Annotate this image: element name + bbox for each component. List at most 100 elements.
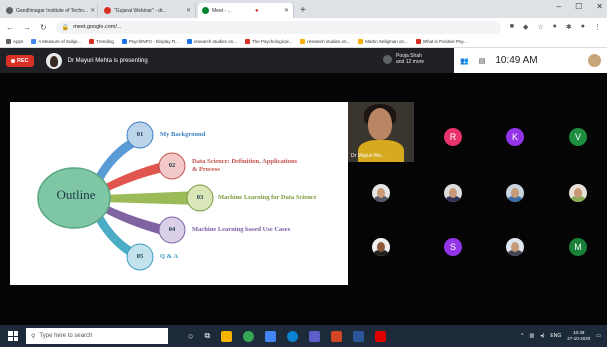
item-number: 01 [136,131,144,138]
meet-icon [202,7,209,14]
bookmark-item[interactable]: A Measure of Subje... [31,39,81,44]
language-indicator[interactable]: ENG [550,333,561,339]
tray-clock[interactable]: 10:49 27-10-2020 [567,330,590,342]
participant-avatar-v[interactable]: V [569,128,587,146]
tab-close-icon[interactable]: ✕ [88,7,95,14]
item-label: Data Science: Definition, Applications &… [192,158,297,174]
slide-title: Outline [56,187,96,202]
browser-tab-2[interactable]: "Gujarat Webinar" - dr... ✕ [100,3,196,18]
chat-icon[interactable]: ▤ [479,57,486,65]
windows-start-icon[interactable] [8,331,18,341]
participant-grid: Dr Mayuri Me... R K V S M [348,102,606,274]
screen: Gandhinagar Institute of Techn... ✕ "Guj… [0,0,607,347]
acrobat-icon[interactable] [375,330,387,342]
profile-icon[interactable]: ● [581,23,585,31]
browser-tab-meet[interactable]: Meet - ... ● ✕ [198,3,294,18]
bookmark-icon [121,39,127,44]
participant-avatar-r[interactable]: R [444,128,462,146]
participant-avatar-k[interactable]: K [506,128,524,146]
bookmark-label: The Psychological... [251,39,293,44]
star-icon[interactable]: ☆ [537,23,543,31]
item-number: 05 [136,253,144,260]
tab-close-icon[interactable]: ✕ [184,7,191,14]
rec-dot-icon [11,58,15,63]
puzzle-icon[interactable]: ✱ [566,23,572,31]
meeting-clock: 10:49 AM [495,55,538,66]
chrome-icon[interactable] [243,330,255,342]
item-label-line2: & Process [192,166,220,173]
participant-avatar-icon [383,54,392,64]
task-view-icon[interactable]: ⧉ [204,331,210,341]
file-explorer-icon[interactable] [221,330,233,342]
bookmark-icon [6,39,11,44]
participant-avatar-s[interactable]: S [444,238,462,256]
item-number: 04 [168,226,176,233]
tab-label: Meet - ... [212,7,232,14]
gmail-icon [104,7,111,14]
bookmark-label: Martin Seligman on... [365,39,408,44]
item-label: Machine Learning for Data Science [218,194,317,201]
item-label: Machine Learning based Use Cases [192,226,291,233]
presenter-avatar [45,52,62,69]
tray-chevron-icon[interactable]: ^ [521,333,523,339]
extension-icon[interactable]: ◆ [523,23,528,31]
new-tab-button[interactable]: + [300,5,306,16]
participant-photo[interactable] [372,238,390,256]
windows-taskbar: ⚲ Type here to search ○ ⧉ ^ ▥ ◂) ENG 10:… [0,325,607,347]
notifications-icon[interactable]: ▭ [596,333,601,339]
bookmark-label: PsychINFO - Display R... [128,39,179,44]
participant-photo[interactable] [506,238,524,256]
participant-photo[interactable] [569,184,587,202]
menu-icon[interactable]: ⋮ [594,23,601,31]
participant-avatar-m[interactable]: M [569,238,587,256]
bookmark-label: What is Positive Psy... [422,39,467,44]
people-icon[interactable]: 👥 [460,57,469,65]
user-avatar[interactable] [588,54,601,67]
search-icon: ⚲ [31,333,36,340]
participant-photo[interactable] [444,184,462,202]
volume-icon[interactable]: ◂) [540,333,544,339]
participants-summary[interactable]: Pooja Shah and 12 more [383,53,424,65]
bookmark-icon [415,39,421,44]
back-icon[interactable]: ← [6,23,14,32]
camera-icon[interactable]: ■ [510,23,514,31]
bookmark-item[interactable]: The Psychological... [244,39,293,44]
network-icon[interactable]: ▥ [529,333,534,339]
recording-badge: REC [6,54,34,67]
reload-icon[interactable]: ↻ [40,23,47,32]
window-controls: – ☐ ✕ [557,2,603,11]
meet-top-bar: REC Dr Mayuri Mehta is presenting Pooja … [0,48,607,73]
powerpoint-icon[interactable] [331,330,343,342]
address-bar[interactable]: 🔒 meet.google.com/... [55,20,501,34]
bookmark-label: Apps [13,39,24,44]
recording-dot-icon: ● [255,7,259,14]
url-text: meet.google.com/... [73,24,122,30]
edge-icon[interactable] [287,330,299,342]
bookmark-item[interactable]: Apps [6,39,23,44]
bookmark-item[interactable]: research studies on... [300,39,350,44]
cortana-icon[interactable]: ○ [188,331,193,341]
rec-label: REC [17,57,29,64]
forward-icon[interactable]: → [23,23,31,32]
teams-icon[interactable] [309,330,321,342]
minimize-icon[interactable]: – [557,2,561,11]
presenter-video-tile[interactable]: Dr Mayuri Me... [348,102,414,162]
bookmark-label: A Measure of Subje... [38,39,82,44]
taskbar-search[interactable]: ⚲ Type here to search [26,328,168,344]
word-icon[interactable] [353,330,365,342]
participant-photo[interactable] [506,184,524,202]
bookmark-item[interactable]: Martin Seligman on... [358,39,408,44]
close-window-icon[interactable]: ✕ [596,2,603,11]
extension-icon-2[interactable]: ● [553,23,557,31]
maximize-icon[interactable]: ☐ [575,2,582,11]
store-icon[interactable] [265,330,277,342]
bookmark-item[interactable]: PsychINFO - Display R... [121,39,179,44]
bookmark-item[interactable]: What is Positive Psy... [415,39,467,44]
bookmark-item[interactable]: research studies on... [186,39,237,44]
system-tray: ^ ▥ ◂) ENG 10:49 27-10-2020 ▭ [521,330,607,342]
tab-close-icon[interactable]: ✕ [282,7,289,14]
bookmark-item[interactable]: Trending [89,39,114,44]
browser-tab-1[interactable]: Gandhinagar Institute of Techn... ✕ [2,3,98,18]
bookmark-icon [358,39,364,44]
participant-photo[interactable] [372,184,390,202]
